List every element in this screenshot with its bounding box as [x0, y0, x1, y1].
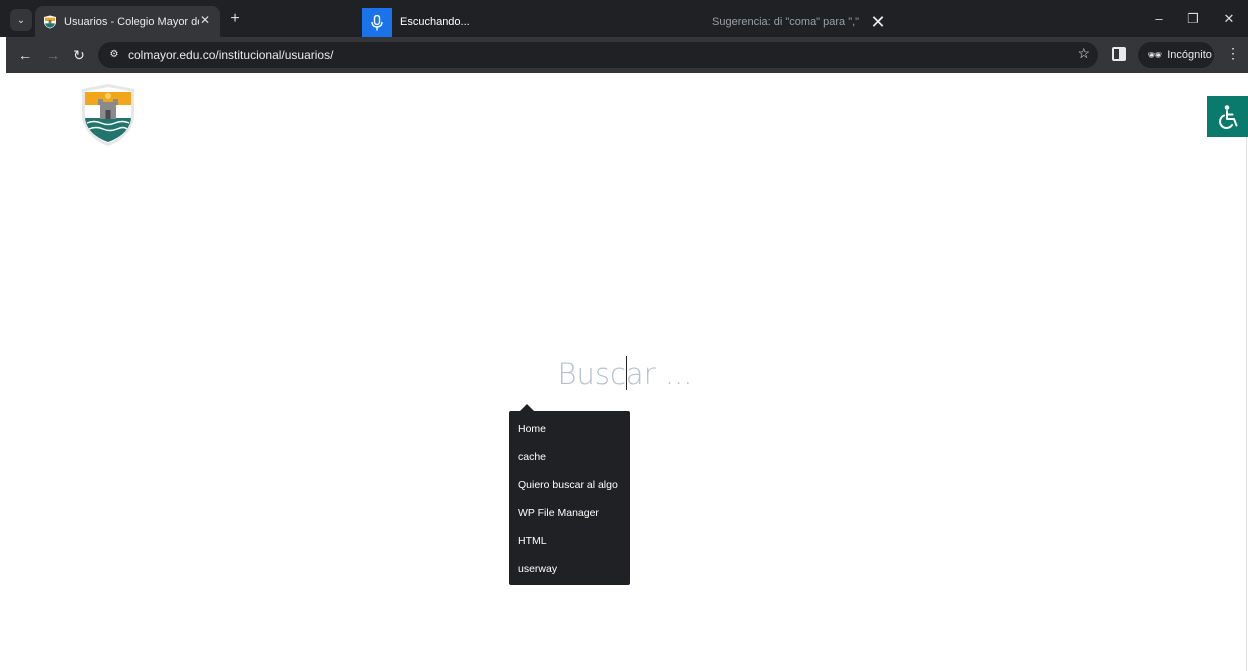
incognito-icon: 🕶 — [1147, 48, 1163, 62]
suggestion-item-userway[interactable]: userway — [518, 563, 557, 575]
incognito-badge[interactable]: 🕶 Incógnito — [1138, 42, 1214, 68]
plus-icon[interactable]: + — [226, 9, 244, 29]
incognito-label: Incógnito — [1167, 49, 1212, 61]
voice-hint-text: Sugerencia: di "coma" para "," — [712, 16, 860, 28]
tab-title: Usuarios - Colegio Mayor de Ar — [64, 15, 199, 28]
suggestion-item-html[interactable]: HTML — [518, 535, 547, 547]
microphone-button[interactable] — [362, 8, 392, 37]
star-icon[interactable]: ☆ — [1077, 45, 1090, 62]
tab-search-button[interactable]: ⌄ — [10, 9, 32, 31]
voice-status-text: Escuchando... — [400, 16, 470, 28]
browser-window: ⌄ Usuarios - Colegio Mayor de Ar ✕ + – ❐… — [0, 0, 1248, 671]
window-close-icon[interactable]: ✕ — [1222, 11, 1236, 27]
arrow-right-icon[interactable]: → — [43, 45, 63, 65]
search-field-wrapper — [445, 352, 805, 396]
page-scroll-edge — [1246, 137, 1247, 671]
browser-toolbar: ← → ↻ ⚙ colmayor.edu.co/institucional/us… — [6, 37, 1248, 73]
reload-icon[interactable]: ↻ — [69, 45, 89, 65]
microphone-icon — [371, 14, 383, 30]
restore-icon[interactable]: ❐ — [1186, 11, 1200, 27]
minimize-icon[interactable]: – — [1152, 11, 1166, 26]
suggestion-item-wp-file-manager[interactable]: WP File Manager — [518, 507, 599, 519]
suggestion-item-home[interactable]: Home — [518, 423, 546, 435]
tab-usuarios[interactable]: Usuarios - Colegio Mayor de Ar ✕ — [35, 6, 220, 37]
accessibility-button[interactable] — [1207, 96, 1248, 137]
more-vertical-icon[interactable]: ⋮ — [1226, 45, 1240, 62]
tune-icon[interactable]: ⚙ — [106, 47, 122, 63]
colmayor-logo[interactable] — [80, 83, 136, 147]
search-input[interactable] — [445, 352, 805, 396]
suggestion-item-cache[interactable]: cache — [518, 451, 546, 463]
close-icon[interactable]: ✕ — [867, 11, 889, 33]
voice-typing-bar: Escuchando... Sugerencia: di "coma" para… — [362, 8, 898, 37]
suggestion-item-quiero-buscar[interactable]: Quiero buscar al algo — [518, 479, 618, 491]
wheelchair-icon — [1218, 104, 1237, 129]
chevron-down-icon: ⌄ — [16, 14, 26, 26]
shield-favicon-icon — [44, 15, 56, 28]
text-caret — [626, 356, 627, 390]
url-text[interactable]: colmayor.edu.co/institucional/usuarios/ — [128, 48, 333, 62]
address-bar[interactable]: ⚙ colmayor.edu.co/institucional/usuarios… — [98, 42, 1098, 68]
arrow-left-icon[interactable]: ← — [15, 45, 35, 65]
search-suggestions-dropdown: Home cache Quiero buscar al algo WP File… — [509, 404, 630, 585]
close-icon[interactable]: ✕ — [200, 13, 210, 27]
side-panel-icon[interactable] — [1112, 47, 1126, 61]
